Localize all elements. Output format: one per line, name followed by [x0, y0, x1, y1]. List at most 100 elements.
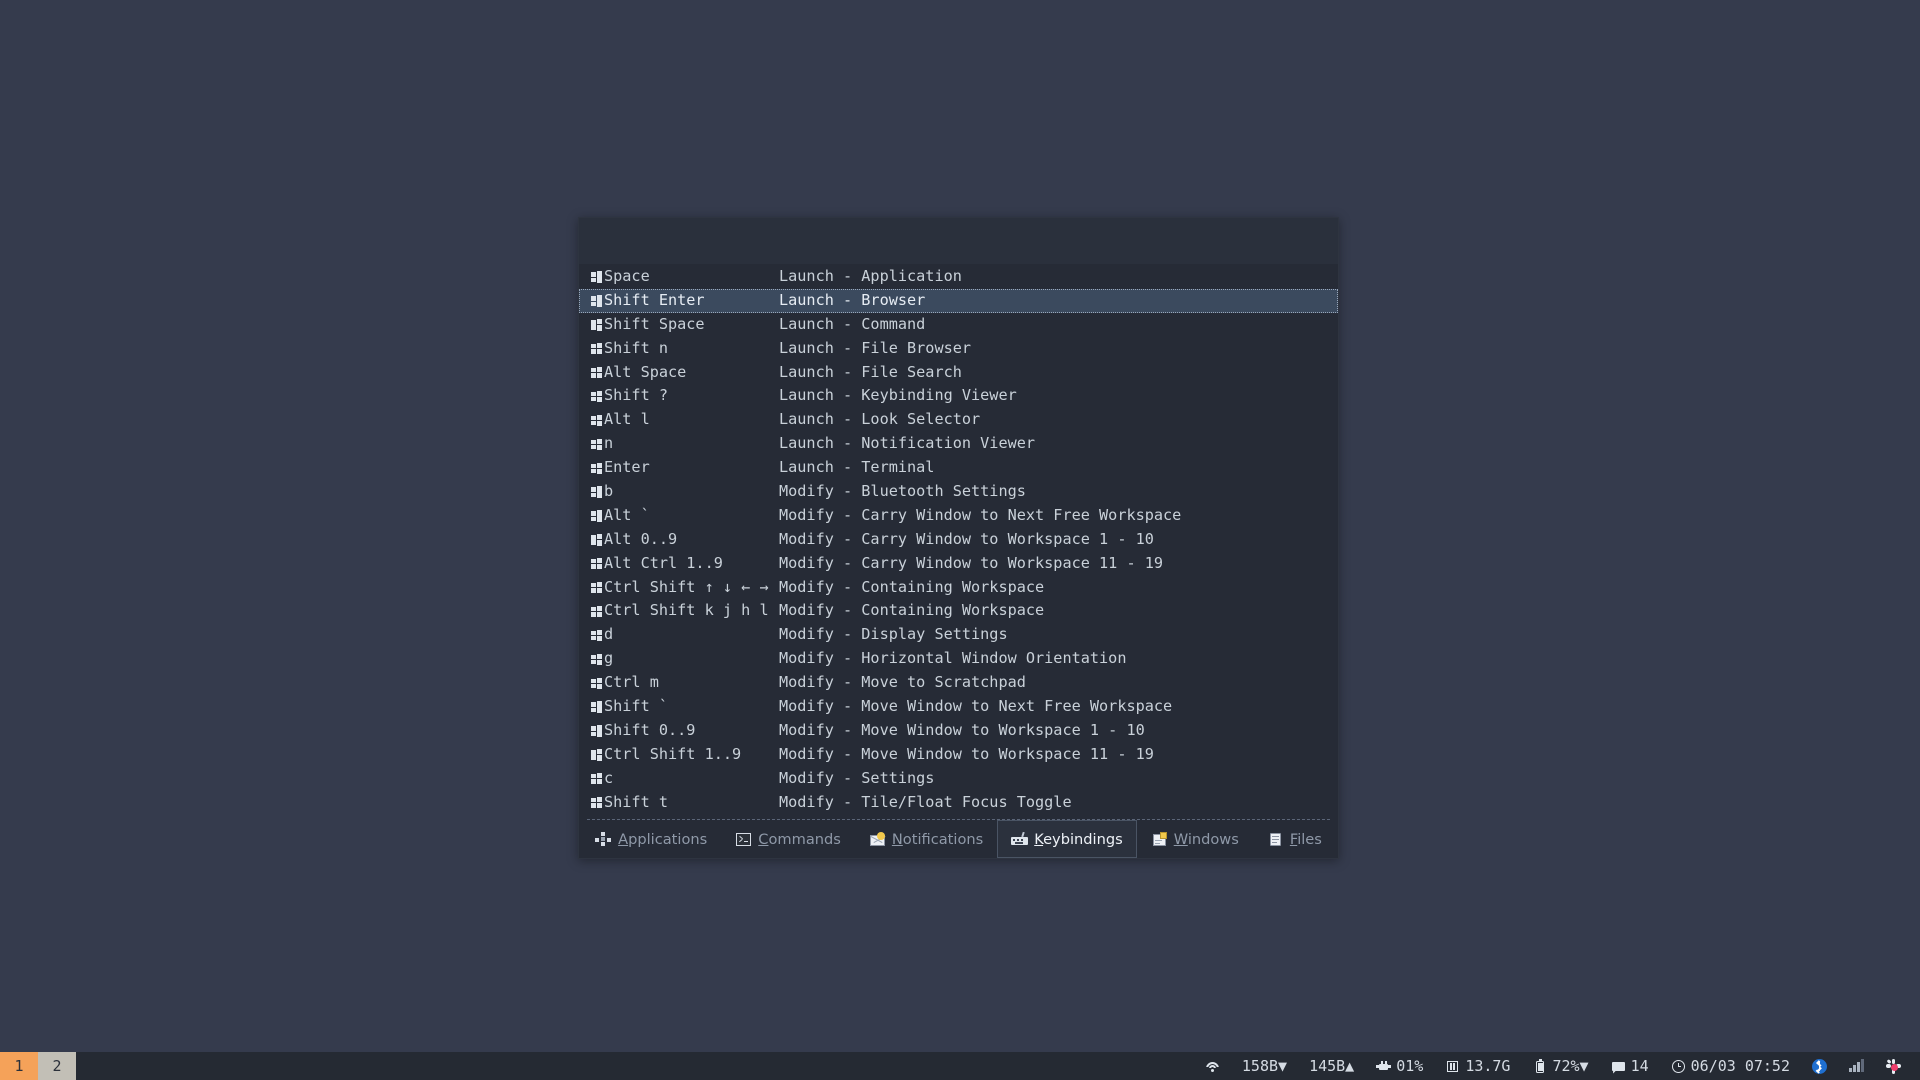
keybindings-icon [1011, 832, 1028, 847]
keybinding-description: Launch - File Browser [779, 337, 1337, 361]
tray-item[interactable]: 14 [1600, 1057, 1660, 1075]
keybinding-description: Launch - Application [779, 265, 1337, 289]
keybinding-row[interactable]: Ctrl Shift k j h lModify - Containing Wo… [579, 599, 1338, 623]
keybinding-keys: Alt Ctrl 1..9 [591, 552, 779, 576]
keybinding-row[interactable]: Shift EnterLaunch - Browser [579, 289, 1338, 313]
super-key-icon [591, 749, 602, 760]
tray-item-value: 158B▼ [1242, 1057, 1287, 1075]
keybinding-keys: Alt 0..9 [591, 528, 779, 552]
keybinding-keys-label: Alt l [604, 408, 650, 432]
tab-windows[interactable]: Windows [1137, 820, 1253, 858]
keybinding-description: Modify - Settings [779, 767, 1337, 791]
keybinding-description: Launch - Terminal [779, 456, 1337, 480]
tray-item[interactable]: 158B▼ [1231, 1057, 1298, 1075]
keybinding-keys-label: Ctrl Shift ↑ ↓ ← → [604, 576, 769, 600]
super-key-icon [591, 510, 602, 521]
keybinding-row[interactable]: Alt SpaceLaunch - File Search [579, 361, 1338, 385]
tab-mnemonic: W [1174, 831, 1188, 848]
super-key-icon [591, 797, 602, 808]
keybinding-row[interactable]: Shift 0..9Modify - Move Window to Worksp… [579, 719, 1338, 743]
keybinding-keys: Shift t [591, 791, 779, 815]
workspace-button[interactable]: 2 [38, 1052, 76, 1080]
keybinding-row[interactable]: Shift SpaceLaunch - Command [579, 313, 1338, 337]
keybinding-keys: Ctrl Shift 1..9 [591, 743, 779, 767]
keybinding-row[interactable]: Shift ?Launch - Keybinding Viewer [579, 384, 1338, 408]
mode-tab-bar[interactable]: ApplicationsCommands Notifications Keybind… [579, 820, 1338, 858]
keybinding-keys-label: Shift t [604, 791, 668, 815]
tray-item[interactable] [1194, 1059, 1231, 1074]
search-bar[interactable] [579, 218, 1338, 265]
search-input[interactable] [591, 232, 1326, 250]
keybinding-row[interactable]: Alt Ctrl 1..9Modify - Carry Window to Wo… [579, 552, 1338, 576]
super-key-icon [591, 367, 602, 378]
keybinding-description: Launch - Command [779, 313, 1337, 337]
keybinding-keys: Alt ` [591, 504, 779, 528]
super-key-icon [591, 415, 602, 426]
keybinding-row[interactable]: gModify - Horizontal Window Orientation [579, 647, 1338, 671]
tray-item[interactable] [1875, 1059, 1912, 1074]
tab-mnemonic: A [618, 831, 628, 848]
keybinding-keys-label: Space [604, 265, 650, 289]
keybinding-row[interactable]: Alt `Modify - Carry Window to Next Free … [579, 504, 1338, 528]
keybinding-keys: c [591, 767, 779, 791]
tray-item[interactable]: 13.7G [1434, 1057, 1521, 1075]
keybinding-row[interactable]: Enter Launch - Terminal [579, 456, 1338, 480]
workspace-button[interactable]: 1 [0, 1052, 38, 1080]
super-key-icon [591, 319, 602, 330]
keybinding-list[interactable]: Space Launch - ApplicationShift EnterLaun… [579, 265, 1338, 819]
tab-mnemonic: K [1034, 831, 1043, 848]
tab-label: Windows [1174, 831, 1239, 848]
keybinding-row[interactable]: cModify - Settings [579, 767, 1338, 791]
tray-item-value: 13.7G [1465, 1057, 1510, 1075]
keybinding-row[interactable]: Ctrl Shift 1..9Modify - Move Window to W… [579, 743, 1338, 767]
keybinding-row[interactable]: Ctrl mModify - Move to Scratchpad [579, 671, 1338, 695]
super-key-icon [591, 654, 602, 665]
status-bar-filler [76, 1052, 1194, 1080]
tab-notifications[interactable]: Notifications [855, 820, 997, 858]
ram-icon [1445, 1059, 1460, 1074]
keybinding-row[interactable]: Ctrl Shift ↑ ↓ ← →Modify - Containing Wo… [579, 576, 1338, 600]
status-bar: 12 158B▼ 145B▲ 01% 13.7G 72%▼1406/03 07:52 [0, 1052, 1920, 1080]
super-key-icon [591, 295, 602, 306]
keybinding-keys: Shift Space [591, 313, 779, 337]
tray-item[interactable]: 72%▼ [1521, 1057, 1599, 1075]
keybinding-row[interactable]: Shift tModify - Tile/Float Focus Toggle [579, 791, 1338, 815]
tab-commands[interactable]: Commands [721, 820, 855, 858]
super-key-icon [591, 271, 602, 282]
tray-item[interactable] [1838, 1059, 1875, 1074]
tray-item-value: 01% [1396, 1057, 1423, 1075]
super-key-icon [591, 582, 602, 593]
keybinding-description: Launch - Keybinding Viewer [779, 384, 1337, 408]
commands-icon [735, 832, 752, 847]
keybinding-keys-label: Enter [604, 456, 650, 480]
keybinding-row[interactable]: nLaunch - Notification Viewer [579, 432, 1338, 456]
keybinding-row[interactable]: Space Launch - Application [579, 265, 1338, 289]
tab-files[interactable]: Files [1253, 820, 1336, 858]
keybinding-row[interactable]: Shift nLaunch - File Browser [579, 337, 1338, 361]
tray-item[interactable]: 145B▲ [1298, 1057, 1365, 1075]
keybinding-keys: Ctrl m [591, 671, 779, 695]
tab-label-rest: iles [1297, 831, 1322, 848]
keybinding-description: Modify - Carry Window to Workspace 1 - 1… [779, 528, 1337, 552]
keybinding-keys-label: Alt Ctrl 1..9 [604, 552, 723, 576]
keybinding-row[interactable]: Alt 0..9Modify - Carry Window to Workspa… [579, 528, 1338, 552]
tab-label-rest: eybindings [1043, 831, 1123, 848]
signal-icon [1849, 1059, 1864, 1074]
tab-applications[interactable]: Applications [581, 820, 721, 858]
keybinding-row[interactable]: dModify - Display Settings [579, 623, 1338, 647]
cpu-icon [1376, 1059, 1391, 1074]
tray-item[interactable]: 06/03 07:52 [1660, 1057, 1801, 1075]
system-tray[interactable]: 158B▼ 145B▲ 01% 13.7G 72%▼1406/03 07:52 [1194, 1052, 1920, 1080]
keybinding-keys-label: n [604, 432, 613, 456]
keybinding-keys: Ctrl Shift k j h l [591, 599, 779, 623]
keybinding-row[interactable]: Alt lLaunch - Look Selector [579, 408, 1338, 432]
keybinding-keys-label: Shift 0..9 [604, 719, 695, 743]
tab-label: Notifications [892, 831, 983, 848]
tray-item[interactable]: 01% [1365, 1057, 1434, 1075]
keybinding-row[interactable]: bModify - Bluetooth Settings [579, 480, 1338, 504]
tray-item[interactable] [1801, 1059, 1838, 1074]
keybinding-row[interactable]: Shift `Modify - Move Window to Next Free… [579, 695, 1338, 719]
tab-keybindings[interactable]: Keybindings [997, 820, 1136, 858]
workspace-list[interactable]: 12 [0, 1052, 76, 1080]
keybinding-keys: Space [591, 265, 779, 289]
